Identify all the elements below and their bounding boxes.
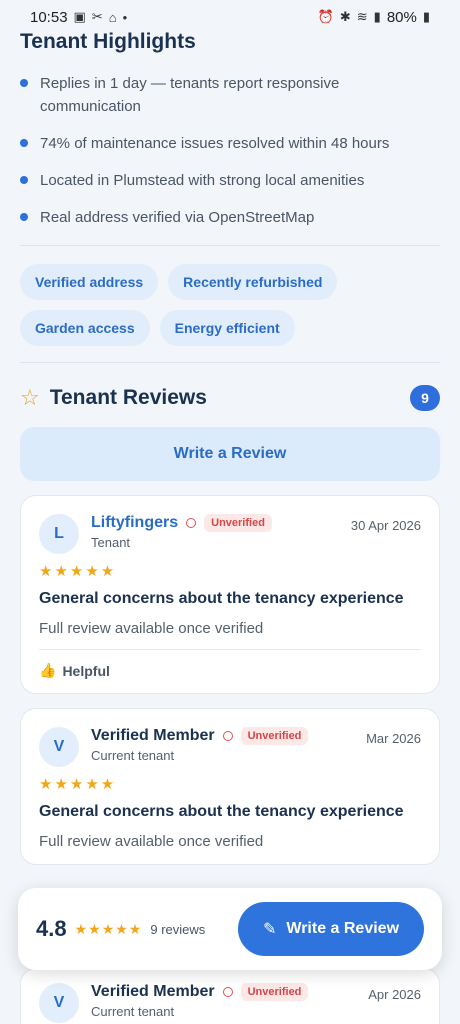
helpful-button[interactable]: 👍 Helpful	[39, 662, 421, 679]
reviewer-role: Current tenant	[91, 748, 175, 763]
review-heading: General concerns about the tenancy exper…	[39, 803, 404, 820]
divider	[39, 649, 421, 650]
review-date: 30 Apr 2026	[350, 518, 421, 533]
reviewer-name: Verified Member	[91, 727, 215, 744]
highlight-text: Real address verified via OpenStreetMap	[40, 209, 315, 226]
status-bar: 10:53 ▣ ✂ ⌂ • ⏰ ✱ ≋ ▮ 80% ▮	[0, 0, 460, 34]
reviewer-role: Current tenant	[91, 1004, 175, 1019]
review-card: V Verified Member Unverified Current ten…	[20, 968, 440, 1024]
status-time: 10:53	[30, 8, 68, 26]
divider	[20, 245, 440, 246]
unverified-icon	[222, 987, 233, 997]
reviewer-name: Verified Member	[91, 983, 215, 1000]
bullet-icon	[20, 213, 28, 221]
main-content: Tenant Highlights Replies in 1 day — ten…	[20, 30, 440, 865]
rating-stars: ★★★★★	[74, 920, 143, 937]
rating-stars: ★★★★★	[39, 563, 117, 580]
unverified-icon	[222, 731, 233, 741]
bullet-icon	[20, 79, 28, 87]
bluetooth-icon: ✱	[339, 9, 351, 24]
edit-icon: ✎	[262, 921, 277, 938]
review-card: L Liftyfingers Unverified Tenant 30 Apr …	[20, 495, 440, 694]
thumbs-up-icon: 👍	[39, 662, 57, 678]
review-heading: General concerns about the tenancy exper…	[39, 590, 404, 607]
gallery-icon: ▣	[73, 9, 86, 24]
bullet-icon	[20, 176, 28, 184]
reviewer-name[interactable]: Liftyfingers	[91, 514, 178, 532]
bullet-icon	[20, 139, 28, 147]
review-count-badge: 9	[410, 385, 440, 411]
review-count: 9 reviews	[150, 921, 206, 937]
dot-icon: •	[122, 9, 128, 25]
rating-stars: ★★★★★	[39, 776, 117, 793]
avatar: V	[39, 983, 79, 1023]
write-review-button[interactable]: Write a Review	[20, 427, 440, 481]
review-date: Apr 2026	[368, 987, 421, 1002]
wifi-icon: ≋	[356, 9, 368, 24]
highlight-text: Replies in 1 day — tenants report respon…	[40, 75, 340, 115]
reviewer-role: Tenant	[91, 535, 131, 550]
battery-icon: ▮	[422, 9, 430, 24]
review-date: Mar 2026	[366, 731, 421, 746]
highlight-text: 74% of maintenance issues resolved withi…	[40, 135, 390, 152]
reviews-title: Tenant Reviews	[49, 386, 207, 409]
tag-verified-address: Verified address	[20, 264, 159, 300]
review-body: Full review available once verified	[39, 620, 264, 637]
tag-recently-refurbished: Recently refurbished	[168, 264, 338, 300]
unverified-badge: Unverified	[240, 727, 309, 745]
unverified-icon	[186, 518, 197, 528]
review-body: Full review available once verified	[39, 833, 264, 850]
write-review-label: Write a Review	[286, 920, 400, 937]
highlight-item: Real address verified via OpenStreetMap	[20, 206, 440, 229]
unverified-badge: Unverified	[204, 514, 272, 532]
alarm-icon: ⏰	[317, 9, 334, 24]
highlight-text: Located in Plumstead with strong local a…	[40, 172, 365, 189]
write-review-cta-button[interactable]: ✎ Write a Review	[238, 902, 424, 956]
home-icon: ⌂	[108, 9, 117, 25]
signal-icon: ▮	[373, 9, 381, 24]
sticky-rating-bar: 4.8 ★★★★★ 9 reviews ✎ Write a Review	[18, 888, 442, 970]
reviews-header: ☆ Tenant Reviews 9	[20, 385, 440, 411]
avatar: V	[39, 727, 79, 767]
tag-garden-access: Garden access	[20, 310, 150, 346]
avatar: L	[39, 514, 79, 554]
battery-level: 80%	[386, 8, 417, 26]
divider	[20, 362, 440, 363]
highlights-title: Tenant Highlights	[20, 30, 196, 53]
highlight-item: 74% of maintenance issues resolved withi…	[20, 132, 440, 155]
highlight-item: Replies in 1 day — tenants report respon…	[20, 72, 440, 118]
highlight-item: Located in Plumstead with strong local a…	[20, 169, 440, 192]
tag-energy-efficient: Energy efficient	[159, 310, 295, 346]
helpful-label: Helpful	[62, 662, 110, 679]
review-card: V Verified Member Unverified Current ten…	[20, 708, 440, 865]
tag-list: Verified address Recently refurbished Ga…	[20, 264, 440, 346]
tools-icon: ✂	[91, 9, 103, 24]
star-outline-icon: ☆	[20, 385, 40, 410]
unverified-badge: Unverified	[240, 983, 309, 1001]
average-rating: 4.8	[36, 916, 67, 941]
